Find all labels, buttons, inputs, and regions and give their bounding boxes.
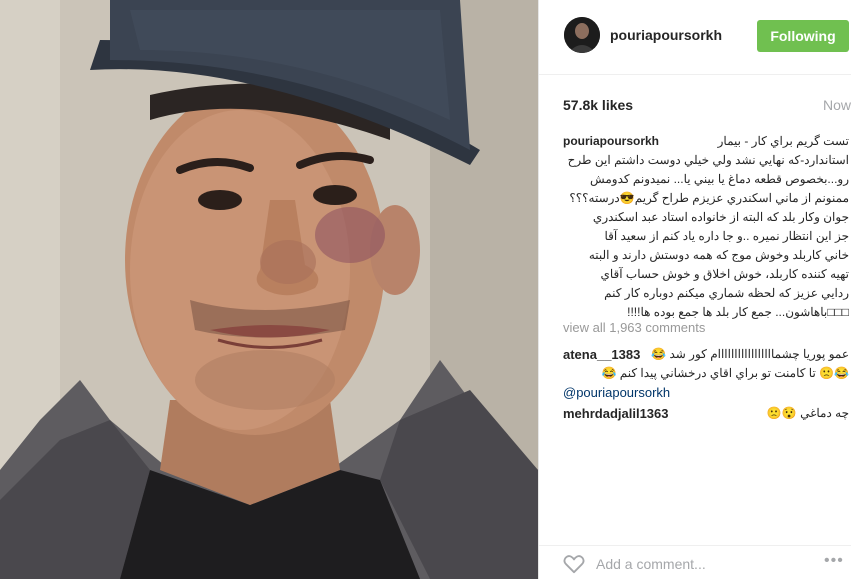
post-time: Now	[822, 97, 851, 113]
post-photo	[0, 0, 538, 579]
post-panel: pouriapoursorkh Following 57.8k likes No…	[538, 0, 851, 579]
comment-text-block: mehrdadjalil1363 چه دماغي 😯🙁	[563, 404, 849, 423]
view-all-comments-link[interactable]: view all 1,963 comments	[563, 320, 705, 335]
caption-username[interactable]: pouriapoursorkh	[563, 132, 659, 151]
comment-mention-row: @pouriapoursorkh	[563, 383, 849, 403]
comment-text: چه دماغي 😯🙁	[766, 406, 849, 420]
profile-avatar[interactable]	[564, 17, 600, 53]
comment-mention[interactable]: @pouriapoursorkh	[563, 385, 670, 400]
caption-body: تست گريم براي كار - بيمار استاندارد-كه ن…	[567, 134, 849, 319]
following-button[interactable]: Following	[757, 20, 849, 52]
comment-username[interactable]: mehrdadjalil1363	[563, 404, 669, 423]
comment-item: atena__1383 عمو پوريا چشمااااااااااااااا…	[563, 345, 849, 403]
post-header: pouriapoursorkh Following	[539, 0, 851, 75]
post-username[interactable]: pouriapoursorkh	[610, 27, 722, 43]
more-options-icon[interactable]: •••	[824, 552, 844, 570]
likes-count[interactable]: 57.8k likes	[563, 97, 633, 113]
heart-icon[interactable]	[563, 554, 585, 574]
caption-text: pouriapoursorkh تست گريم براي كار - بيمار…	[563, 132, 849, 322]
comment-username[interactable]: atena__1383	[563, 345, 640, 364]
add-comment-input[interactable]	[596, 554, 806, 574]
post-footer: •••	[539, 545, 851, 579]
comment-text-block: atena__1383 عمو پوريا چشمااااااااااااااا…	[563, 345, 849, 383]
likes-row: 57.8k likes Now	[563, 97, 851, 115]
comment-item: mehrdadjalil1363 چه دماغي 😯🙁	[563, 404, 849, 423]
